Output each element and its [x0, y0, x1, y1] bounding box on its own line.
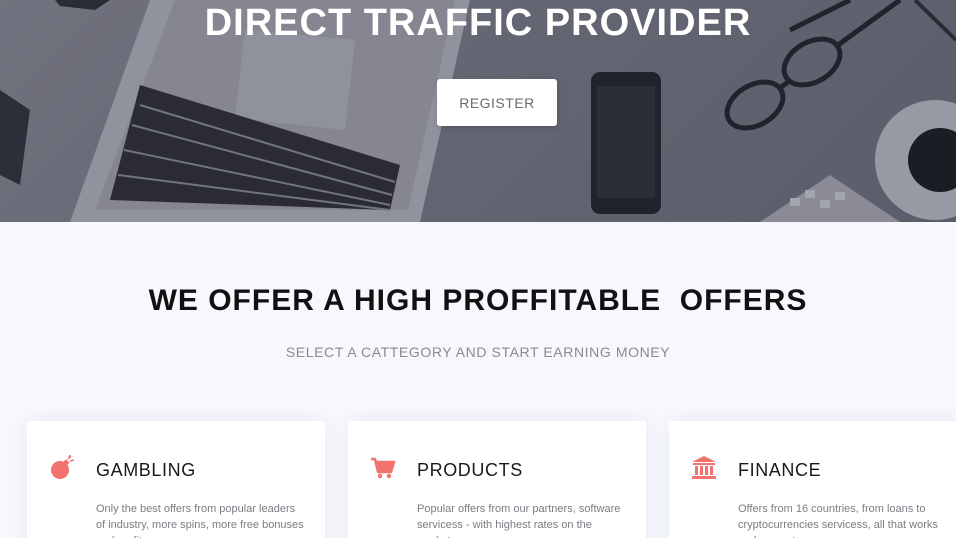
category-card-gambling[interactable]: GAMBLING Only the best offers from popul… [27, 421, 325, 538]
card-title: FINANCE [738, 460, 822, 480]
cart-icon [371, 457, 396, 479]
hero-banner: DIRECT TRAFFIC PROVIDER REGISTER [0, 0, 956, 222]
card-title: PRODUCTS [417, 460, 523, 480]
card-title: GAMBLING [96, 460, 196, 480]
category-card-products[interactable]: PRODUCTS Popular offers from our partner… [348, 421, 646, 538]
category-card-finance[interactable]: FINANCE Offers from 16 countries, from l… [669, 421, 956, 538]
hero-title: DIRECT TRAFFIC PROVIDER [204, 2, 752, 44]
bomb-icon [51, 455, 75, 479]
offers-subtitle: SELECT A CATTEGORY AND START EARNING MON… [285, 344, 671, 360]
card-text: Only the best offers from popular leader… [96, 503, 304, 538]
register-button[interactable]: REGISTER [437, 79, 557, 126]
card-text: Offers from 16 countries, from loans to … [738, 503, 938, 538]
card-text: Popular offers from our partners, softwa… [417, 503, 621, 538]
offers-title: WE OFFER A HIGH PROFFITABLE OFFERS [148, 284, 808, 317]
bank-icon [692, 456, 716, 479]
